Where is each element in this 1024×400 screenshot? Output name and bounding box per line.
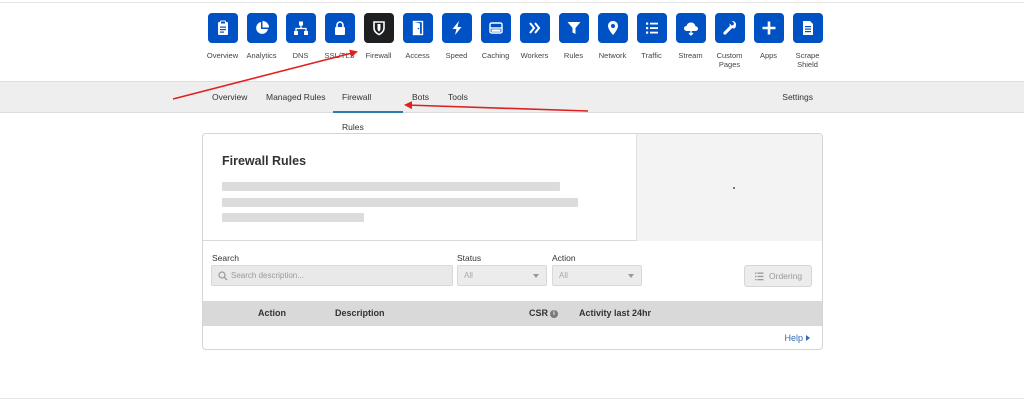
pie-chart-icon — [246, 13, 277, 43]
nav-stream[interactable]: Stream — [671, 13, 710, 69]
nav-dns[interactable]: DNS — [281, 13, 320, 69]
nav-analytics[interactable]: Analytics — [242, 13, 281, 69]
nav-speed[interactable]: Speed — [437, 13, 476, 69]
nav-access[interactable]: Access — [398, 13, 437, 69]
nav-label: Network — [598, 51, 627, 60]
nav-label: Stream — [678, 51, 703, 60]
wrench-icon — [714, 13, 745, 43]
icon-navigation: Overview Analytics DNS SSL/TLS Firewall … — [203, 13, 827, 69]
firewall-rules-card: Firewall Rules Search Status All Action … — [202, 133, 823, 350]
nav-label: Analytics — [246, 51, 277, 60]
filter-icon — [558, 13, 589, 43]
location-pin-icon — [597, 13, 628, 43]
lock-icon — [324, 13, 355, 43]
server-icon — [480, 13, 511, 43]
column-header-csr: CSR i — [529, 301, 559, 326]
table-header: Action Description CSR i Activity last 24… — [203, 301, 822, 326]
card-header: Firewall Rules — [203, 134, 822, 241]
nav-label: Workers — [520, 51, 549, 60]
card-title: Firewall Rules — [222, 154, 307, 168]
loading-placeholder-line — [222, 198, 578, 207]
nav-scrape-shield[interactable]: Scrape Shield — [788, 13, 827, 69]
nav-custom-pages[interactable]: Custom Pages — [710, 13, 749, 69]
action-select[interactable]: All — [552, 265, 642, 286]
status-label: Status — [457, 253, 482, 263]
status-selected-value: All — [464, 271, 473, 280]
help-link[interactable]: Help — [784, 333, 810, 343]
top-divider — [0, 2, 1024, 3]
nav-label: Firewall — [365, 51, 392, 60]
nav-network[interactable]: Network — [593, 13, 632, 69]
chevron-down-icon — [628, 274, 634, 278]
chevrons-icon — [519, 13, 550, 43]
door-icon — [402, 13, 433, 43]
tab-bots[interactable]: Bots — [412, 82, 429, 113]
search-icon — [218, 271, 228, 281]
nav-firewall[interactable]: Firewall — [359, 13, 398, 69]
cloud-icon — [675, 13, 706, 43]
column-header-csr-label: CSR — [529, 308, 549, 318]
ordering-label: Ordering — [769, 271, 803, 281]
nav-rules[interactable]: Rules — [554, 13, 593, 69]
shield-icon — [363, 13, 394, 43]
nav-label: Access — [405, 51, 430, 60]
nav-label: Traffic — [641, 51, 662, 60]
info-icon[interactable]: i — [550, 310, 559, 318]
lightning-icon — [441, 13, 472, 43]
column-header-activity: Activity last 24hr — [579, 308, 652, 318]
card-side-panel — [636, 134, 822, 241]
loading-placeholder-line — [222, 213, 364, 222]
bottom-divider — [0, 398, 1024, 399]
tab-firewall-rules[interactable]: Firewall Rules — [333, 82, 403, 132]
loading-dot — [733, 187, 735, 189]
nav-workers[interactable]: Workers — [515, 13, 554, 69]
search-input[interactable] — [231, 266, 446, 285]
tab-tools[interactable]: Tools — [448, 82, 468, 113]
nav-ssl-tls[interactable]: SSL/TLS — [320, 13, 359, 69]
chevron-down-icon — [533, 274, 539, 278]
nav-label: Overview — [206, 51, 239, 60]
nav-apps[interactable]: Apps — [749, 13, 788, 69]
nav-traffic[interactable]: Traffic — [632, 13, 671, 69]
tab-managed-rules[interactable]: Managed Rules — [266, 82, 326, 113]
nav-label: Custom Pages — [716, 51, 743, 69]
nav-label: SSL/TLS — [324, 51, 355, 60]
column-header-action: Action — [258, 308, 286, 318]
search-box[interactable] — [211, 265, 453, 286]
nav-label: Scrape Shield — [795, 51, 820, 69]
caret-right-icon — [806, 335, 810, 341]
plus-icon — [753, 13, 784, 43]
help-label: Help — [784, 333, 803, 343]
nav-caching[interactable]: Caching — [476, 13, 515, 69]
document-icon — [792, 13, 823, 43]
action-label: Action — [552, 253, 576, 263]
list-icon — [636, 13, 667, 43]
network-tree-icon — [285, 13, 316, 43]
nav-label: Apps — [759, 51, 778, 60]
nav-overview[interactable]: Overview — [203, 13, 242, 69]
settings-link[interactable]: Settings — [782, 82, 813, 112]
nav-label: DNS — [292, 51, 309, 60]
nav-label: Speed — [445, 51, 468, 60]
tab-overview[interactable]: Overview — [212, 82, 247, 113]
ordering-button[interactable]: Ordering — [744, 265, 812, 287]
ordering-list-icon — [755, 272, 764, 281]
nav-label: Rules — [563, 51, 584, 60]
column-header-description: Description — [335, 308, 385, 318]
search-label: Search — [212, 253, 239, 263]
sub-navigation: Overview Managed Rules Firewall Rules Bo… — [0, 81, 1024, 132]
clipboard-icon — [207, 13, 238, 43]
action-selected-value: All — [559, 271, 568, 280]
nav-label: Caching — [481, 51, 510, 60]
loading-placeholder-line — [222, 182, 560, 191]
status-select[interactable]: All — [457, 265, 547, 286]
